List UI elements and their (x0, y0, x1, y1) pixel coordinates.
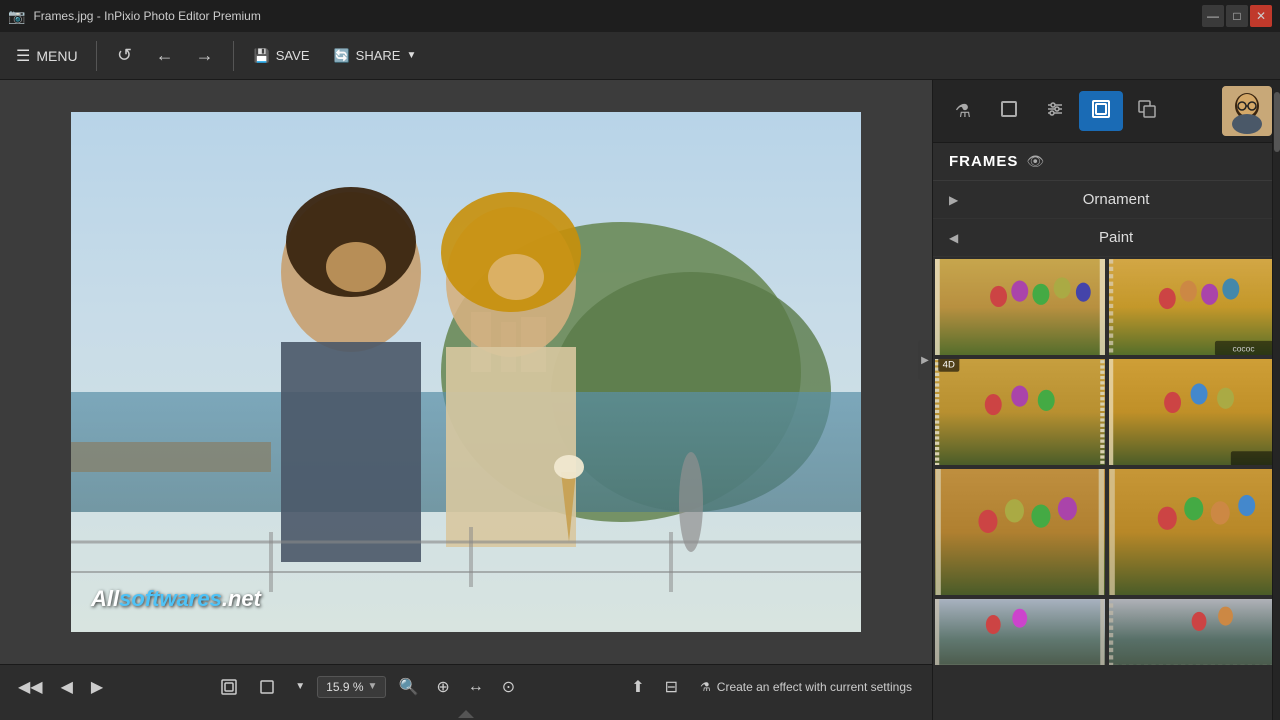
tab-effects[interactable]: ⚗ (941, 91, 985, 131)
share-button[interactable]: 🔄 SHARE ▼ (323, 42, 426, 70)
prev-frame-button[interactable]: ◀ (55, 673, 79, 701)
save-icon: 💾 (254, 48, 270, 64)
window-controls: — □ ✕ (1202, 5, 1272, 27)
zoom-in-button[interactable]: ⊕ (430, 673, 455, 701)
paint-label: Paint (968, 229, 1264, 246)
svg-text:4D: 4D (943, 360, 955, 371)
frame-thumbnail-2[interactable]: cococ (1107, 257, 1280, 357)
window-title: Frames.jpg - InPixio Photo Editor Premiu… (33, 9, 260, 23)
zoom-dropdown-icon: ▼ (368, 681, 378, 692)
frame-thumbnail-6[interactable] (1107, 357, 1280, 467)
bottom-right-controls: ⬆ ⊟ ⚗ Create an effect with current sett… (625, 673, 920, 701)
share-dropdown-icon: ▼ (406, 50, 416, 61)
prev-prev-button[interactable]: ◀◀ (12, 673, 49, 701)
thumbnail-grid: cococ (933, 257, 1280, 667)
ornament-arrow: ▶ (949, 193, 958, 207)
menu-label: MENU (36, 48, 77, 64)
watermark: Allsoftwares.net (91, 586, 261, 612)
save-label: SAVE (276, 48, 310, 63)
right-panel: ⚗ (932, 80, 1280, 720)
frame-thumbnail-4[interactable] (1107, 467, 1280, 597)
avatar-placeholder (1222, 86, 1272, 136)
ornament-label: Ornament (968, 191, 1264, 208)
effects-icon: ⚗ (955, 101, 971, 122)
panel-scrollbar[interactable] (1272, 88, 1280, 720)
fit-button[interactable] (213, 673, 245, 701)
expand-panel-button[interactable]: ▶ (918, 340, 932, 380)
category-paint[interactable]: ◀ Paint (933, 219, 1280, 257)
save-button[interactable]: 💾 SAVE (244, 42, 320, 70)
main-toolbar: ☰ MENU ↺ ← → 💾 SAVE 🔄 SHARE ▼ (0, 32, 1280, 80)
toolbar-separator-1 (96, 41, 97, 71)
adjustments-icon (1044, 98, 1066, 125)
export-button[interactable]: ⬆ (625, 673, 650, 701)
category-ornament[interactable]: ▶ Ornament (933, 181, 1280, 219)
next-frame-button[interactable]: ▶ (85, 673, 109, 701)
frame-thumbnail-5[interactable]: 4D (933, 357, 1107, 467)
frame-thumbnail-8[interactable] (1107, 597, 1280, 667)
tab-layers[interactable] (1125, 91, 1169, 131)
zoom-display: 15.9 % ▼ (317, 676, 386, 698)
scroll-up-arrow (458, 710, 474, 718)
image-background: Allsoftwares.net (71, 112, 861, 632)
main-image[interactable]: Allsoftwares.net (71, 112, 861, 632)
frame-thumbnail-3[interactable] (933, 467, 1107, 597)
bottom-center-controls: ▼ 15.9 % ▼ 🔍 ⊕ ↔ ⊙ (213, 673, 521, 701)
effect-icon: ⚗ (700, 680, 711, 694)
frames-icon (1090, 98, 1112, 125)
canvas-bottom-arrow (0, 708, 932, 720)
frames-label: FRAMES (949, 153, 1018, 170)
zoom-search-button[interactable]: 🔍 (392, 673, 424, 701)
dropdown-button[interactable]: ▼ (289, 677, 311, 696)
app-icon: 📷 (8, 8, 25, 25)
undo-button[interactable]: ↺ (107, 38, 143, 74)
actual-size-button[interactable]: ⊙ (496, 673, 521, 701)
layers-icon (1136, 98, 1158, 125)
canvas-area: Allsoftwares.net ◀◀ ◀ ▶ (0, 80, 932, 720)
crop-icon (998, 98, 1020, 125)
panel-tabs: ⚗ (933, 80, 1280, 143)
zoom-value: 15.9 % (326, 680, 363, 694)
paint-arrow: ◀ (949, 231, 958, 245)
title-bar-left: 📷 Frames.jpg - InPixio Photo Editor Prem… (8, 8, 261, 25)
effect-label: Create an effect with current settings (717, 680, 912, 694)
bottom-left-controls: ◀◀ ◀ ▶ (12, 673, 109, 701)
crop-button[interactable] (251, 673, 283, 701)
expand-panel-area: ▶ (918, 340, 932, 380)
frame-thumbnail-7[interactable] (933, 597, 1107, 667)
tab-adjustments[interactable] (1033, 91, 1077, 131)
title-bar: 📷 Frames.jpg - InPixio Photo Editor Prem… (0, 0, 1280, 32)
back-button[interactable]: ← (147, 38, 183, 74)
close-button[interactable]: ✕ (1250, 5, 1272, 27)
panel-content: FRAMES 👁 ▶ Ornament ◀ Paint (933, 143, 1280, 720)
minimize-button[interactable]: — (1202, 5, 1224, 27)
svg-text:cococ: cococ (1232, 343, 1255, 353)
bottom-toolbar: ◀◀ ◀ ▶ ▼ 15.9 % (0, 664, 932, 708)
forward-button[interactable]: → (187, 38, 223, 74)
create-effect-button[interactable]: ⚗ Create an effect with current settings (692, 676, 920, 698)
share-label: SHARE (356, 48, 401, 63)
user-avatar (1222, 86, 1272, 136)
panel-toggle-button[interactable]: ⊟ (659, 673, 684, 701)
menu-button[interactable]: ☰ MENU (8, 40, 86, 72)
tab-frames[interactable] (1079, 91, 1123, 131)
toolbar-separator-2 (233, 41, 234, 71)
fit-width-button[interactable]: ↔ (462, 674, 490, 700)
scrollbar-thumb[interactable] (1274, 92, 1280, 152)
canvas-wrapper: Allsoftwares.net (0, 80, 932, 664)
hamburger-icon: ☰ (16, 46, 30, 66)
maximize-button[interactable]: □ (1226, 5, 1248, 27)
visibility-icon[interactable]: 👁 (1026, 153, 1044, 170)
share-icon: 🔄 (333, 48, 349, 64)
frame-thumbnail-1[interactable] (933, 257, 1107, 357)
tab-crop[interactable] (987, 91, 1031, 131)
main-content: Allsoftwares.net ◀◀ ◀ ▶ (0, 80, 1280, 720)
frames-header: FRAMES 👁 (933, 143, 1280, 181)
